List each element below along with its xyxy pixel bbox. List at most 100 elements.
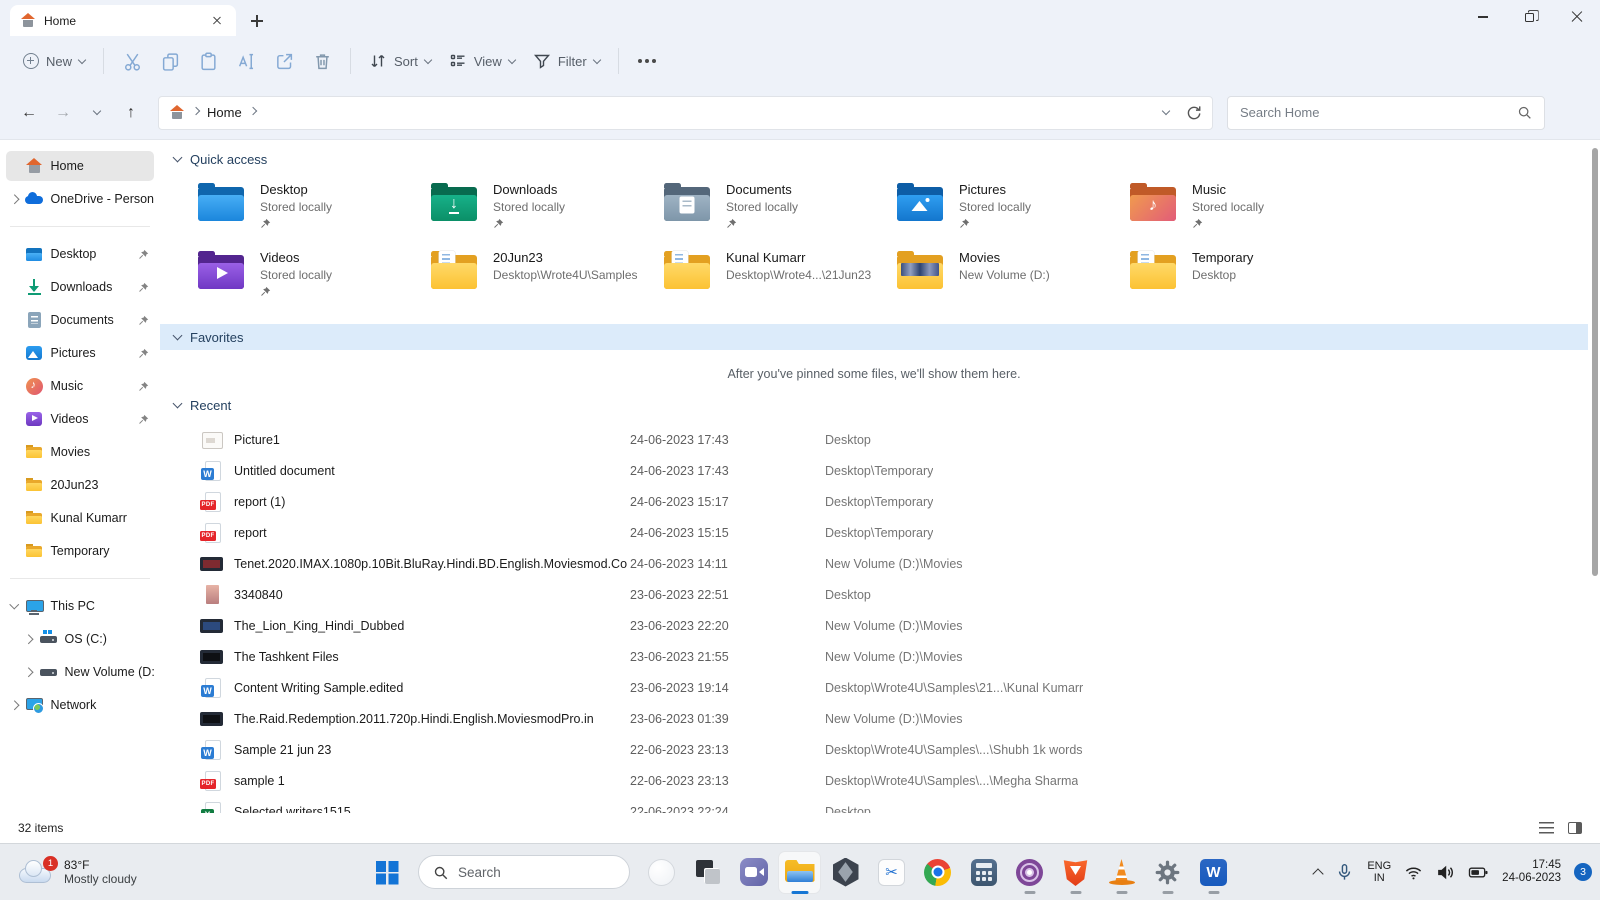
taskbar-app-snipping-tool[interactable] <box>871 852 912 893</box>
taskbar-app-tor[interactable] <box>1009 852 1050 893</box>
section-recent-header[interactable]: Recent <box>160 394 1588 416</box>
taskbar-app-brave[interactable] <box>1055 852 1096 893</box>
view-button[interactable]: View <box>440 45 524 77</box>
address-dropdown-icon[interactable] <box>1162 107 1170 115</box>
expand-chevron-icon[interactable] <box>10 600 19 609</box>
taskbar-app-calculator[interactable] <box>963 852 1004 893</box>
wifi-icon[interactable] <box>1404 863 1423 882</box>
weather-widget[interactable]: 1 83°F Mostly cloudy <box>10 844 145 900</box>
new-button[interactable]: New <box>14 46 94 76</box>
sort-button[interactable]: Sort <box>360 45 440 77</box>
tray-expand-chevron-icon[interactable] <box>1313 868 1324 879</box>
delete-button[interactable] <box>303 44 341 78</box>
sidebar-item[interactable]: Music <box>6 371 154 401</box>
file-row[interactable]: The.Raid.Redemption.2011.720p.Hindi.Engl… <box>160 703 1588 734</box>
restore-button[interactable] <box>1506 0 1553 34</box>
collapse-chevron-icon[interactable] <box>173 152 183 162</box>
quick-access-card[interactable]: Music Stored locally <box>1130 178 1363 242</box>
taskbar-app-settings[interactable] <box>1147 852 1188 893</box>
sidebar-item[interactable]: New Volume (D:) <box>20 657 154 687</box>
taskbar-app-vlc[interactable] <box>1101 852 1142 893</box>
recent-locations-button[interactable] <box>82 98 112 128</box>
sidebar-item[interactable]: OS (C:) <box>20 624 154 654</box>
file-row[interactable]: The_Lion_King_Hindi_Dubbed 23-06-2023 22… <box>160 610 1588 641</box>
sidebar-item[interactable]: OneDrive - Persona <box>6 184 154 214</box>
sidebar-item[interactable]: Temporary <box>6 536 154 566</box>
paste-button[interactable] <box>189 44 227 78</box>
cut-button[interactable] <box>113 44 151 78</box>
battery-icon[interactable] <box>1468 863 1489 882</box>
refresh-icon[interactable] <box>1185 104 1202 121</box>
file-row[interactable]: report 24-06-2023 15:15 Desktop\Temporar… <box>160 517 1588 548</box>
new-tab-button[interactable] <box>242 6 272 36</box>
copy-button[interactable] <box>151 44 189 78</box>
collapse-chevron-icon[interactable] <box>173 398 183 408</box>
expand-chevron-icon[interactable] <box>24 667 33 676</box>
search-input[interactable]: Search Home <box>1227 96 1545 130</box>
share-button[interactable] <box>265 44 303 78</box>
minimize-button[interactable] <box>1459 0 1506 34</box>
rename-button[interactable] <box>227 44 265 78</box>
large-icons-view-icon[interactable] <box>1568 822 1582 834</box>
taskbar-app-word[interactable] <box>1193 852 1234 893</box>
expand-chevron-icon[interactable] <box>10 194 19 203</box>
quick-access-card[interactable]: Documents Stored locally <box>664 178 897 242</box>
collapse-chevron-icon[interactable] <box>173 330 183 340</box>
taskbar-app-hex[interactable] <box>825 852 866 893</box>
speaker-icon[interactable] <box>1436 863 1455 882</box>
file-row[interactable]: 3340840 23-06-2023 22:51 Desktop <box>160 579 1588 610</box>
quick-access-card[interactable]: Pictures Stored locally <box>897 178 1130 242</box>
back-button[interactable]: ← <box>14 98 44 128</box>
expand-chevron-icon[interactable] <box>10 700 19 709</box>
microphone-icon[interactable] <box>1335 863 1354 882</box>
section-quick-access-header[interactable]: Quick access <box>160 148 1588 170</box>
sidebar-item[interactable]: Home <box>6 151 154 181</box>
language-indicator[interactable]: ENG IN <box>1367 860 1391 885</box>
taskbar-app-chrome[interactable] <box>917 852 958 893</box>
quick-access-card[interactable]: 20Jun23 Desktop\Wrote4U\Samples <box>431 246 664 310</box>
taskbar-app-widgets[interactable] <box>687 852 728 893</box>
sidebar-item[interactable]: Pictures <box>6 338 154 368</box>
search-icon[interactable] <box>1517 105 1532 120</box>
sidebar-item[interactable]: Videos <box>6 404 154 434</box>
quick-access-card[interactable]: Movies New Volume (D:) <box>897 246 1130 310</box>
file-row[interactable]: Untitled document 24-06-2023 17:43 Deskt… <box>160 455 1588 486</box>
vertical-scrollbar[interactable] <box>1591 146 1598 803</box>
taskbar-app-copilot[interactable] <box>641 852 682 893</box>
file-row[interactable]: Tenet.2020.IMAX.1080p.10Bit.BluRay.Hindi… <box>160 548 1588 579</box>
tab-home[interactable]: Home <box>10 5 236 36</box>
clock[interactable]: 17:45 24-06-2023 <box>1502 859 1561 886</box>
sidebar-item[interactable]: Downloads <box>6 272 154 302</box>
start-button[interactable] <box>366 852 407 893</box>
taskbar-search[interactable]: Search <box>418 855 630 889</box>
section-favorites-header[interactable]: Favorites <box>160 324 1588 350</box>
file-row[interactable]: The Tashkent Files 23-06-2023 21:55 New … <box>160 641 1588 672</box>
sidebar-item[interactable]: Desktop <box>6 239 154 269</box>
quick-access-card[interactable]: Downloads Stored locally <box>431 178 664 242</box>
sidebar-item[interactable]: 20Jun23 <box>6 470 154 500</box>
forward-button[interactable]: → <box>48 98 78 128</box>
quick-access-card[interactable]: Videos Stored locally <box>198 246 431 310</box>
details-view-icon[interactable] <box>1539 822 1554 834</box>
sidebar-item[interactable]: Kunal Kumarr <box>6 503 154 533</box>
sidebar-item[interactable]: Documents <box>6 305 154 335</box>
filter-button[interactable]: Filter <box>524 45 609 77</box>
file-row[interactable]: report (1) 24-06-2023 15:17 Desktop\Temp… <box>160 486 1588 517</box>
breadcrumb[interactable]: Home <box>207 105 242 120</box>
file-row[interactable]: Content Writing Sample.edited 23-06-2023… <box>160 672 1588 703</box>
breadcrumb-field[interactable]: Home <box>158 96 1213 130</box>
quick-access-card[interactable]: Desktop Stored locally <box>198 178 431 242</box>
close-button[interactable] <box>1553 0 1600 34</box>
file-row[interactable]: Picture1 24-06-2023 17:43 Desktop <box>160 424 1588 455</box>
tab-close-icon[interactable] <box>208 12 226 30</box>
quick-access-card[interactable]: Kunal Kumarr Desktop\Wrote4...\21Jun23 <box>664 246 897 310</box>
sidebar-item[interactable]: This PC <box>6 591 154 621</box>
scrollbar-thumb[interactable] <box>1592 148 1598 576</box>
up-button[interactable]: ↑ <box>116 98 146 128</box>
sidebar-item[interactable]: Movies <box>6 437 154 467</box>
expand-chevron-icon[interactable] <box>24 634 33 643</box>
file-row[interactable]: Sample 21 jun 23 22-06-2023 23:13 Deskto… <box>160 734 1588 765</box>
taskbar-app-teams[interactable] <box>733 852 774 893</box>
more-options-button[interactable] <box>628 44 666 78</box>
file-row[interactable]: sample 1 22-06-2023 23:13 Desktop\Wrote4… <box>160 765 1588 796</box>
